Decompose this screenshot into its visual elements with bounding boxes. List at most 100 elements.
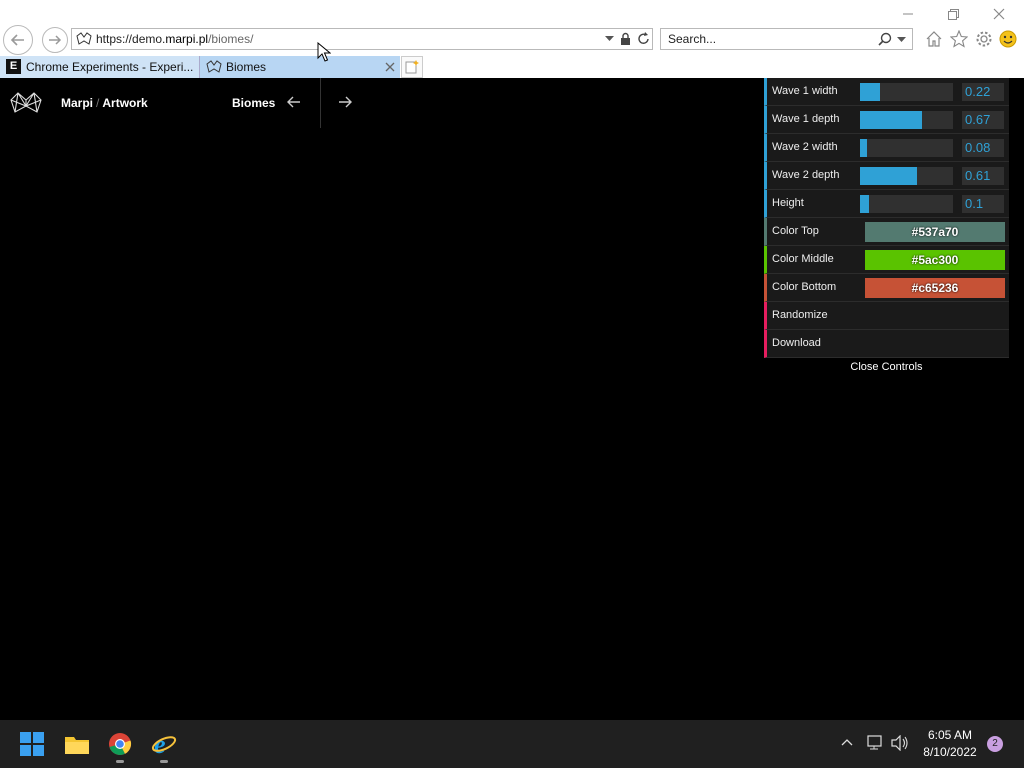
internet-explorer-button[interactable]: e xyxy=(148,728,180,763)
clock-time[interactable]: 6:05 AM xyxy=(918,728,982,742)
start-button[interactable] xyxy=(16,728,48,760)
header-divider xyxy=(320,78,321,128)
close-window-button[interactable] xyxy=(989,4,1009,24)
slider-track[interactable] xyxy=(860,139,953,157)
clock-date[interactable]: 8/10/2022 xyxy=(918,745,982,759)
folder-icon xyxy=(65,737,89,754)
experiments-favicon-icon: E xyxy=(6,59,21,74)
new-tab-button[interactable] xyxy=(401,56,423,78)
chrome-button[interactable] xyxy=(104,728,136,763)
slider-fill xyxy=(860,83,881,101)
marpi-logo-icon[interactable] xyxy=(10,92,42,114)
slider-track[interactable] xyxy=(860,167,953,185)
color-row-top[interactable]: Color Top #537a70 xyxy=(764,218,1009,246)
color-row-middle[interactable]: Color Middle #5ac300 xyxy=(764,246,1009,274)
url-path: /biomes/ xyxy=(208,32,254,46)
search-icon[interactable] xyxy=(878,32,892,46)
minimize-button[interactable] xyxy=(898,4,918,24)
back-button[interactable] xyxy=(3,25,33,55)
next-project-button[interactable] xyxy=(337,94,353,110)
color-label: Color Bottom xyxy=(772,281,837,293)
dropdown-icon[interactable] xyxy=(605,36,614,42)
previous-project-button[interactable] xyxy=(286,94,302,110)
number-input[interactable]: 0.08 xyxy=(962,139,1004,157)
project-title: Biomes xyxy=(232,96,276,110)
close-tab-icon[interactable] xyxy=(385,62,395,72)
slider-row-wave1-width[interactable]: Wave 1 width 0.22 xyxy=(764,78,1009,106)
slider-fill xyxy=(860,139,868,157)
search-placeholder: Search... xyxy=(668,32,717,46)
slider-label: Wave 2 depth xyxy=(772,169,840,181)
color-picker[interactable]: #537a70 xyxy=(865,222,1005,242)
function-label: Randomize xyxy=(772,309,828,321)
url-prefix: https://demo. xyxy=(96,32,166,46)
slider-label: Wave 2 width xyxy=(772,141,838,153)
url-host: marpi.pl xyxy=(165,32,209,46)
address-bar[interactable]: https://demo.marpi.pl/biomes/ xyxy=(71,28,653,50)
internet-explorer-icon: e xyxy=(151,731,177,757)
site-header: Marpi / Artwork Biomes xyxy=(0,78,360,128)
tab-strip: E Chrome Experiments - Experi... Biomes xyxy=(0,55,1024,78)
download-button[interactable]: Download xyxy=(764,330,1009,358)
tab-biomes[interactable]: Biomes xyxy=(200,56,400,78)
slider-row-wave2-depth[interactable]: Wave 2 depth 0.61 xyxy=(764,162,1009,190)
slider-label: Height xyxy=(772,197,804,209)
slider-fill xyxy=(860,195,870,213)
gear-icon[interactable] xyxy=(975,30,993,48)
number-input[interactable]: 0.67 xyxy=(962,111,1004,129)
tab-label: Chrome Experiments - Experi... xyxy=(26,60,194,74)
home-icon[interactable] xyxy=(925,30,943,48)
slider-fill xyxy=(860,111,923,129)
running-indicator xyxy=(116,760,124,763)
windows-icon xyxy=(20,732,44,756)
page-canvas[interactable]: Marpi / Artwork Biomes Wave 1 width 0.22 W… xyxy=(0,78,1024,720)
slider-row-height[interactable]: Height 0.1 xyxy=(764,190,1009,218)
volume-icon[interactable] xyxy=(891,735,909,751)
lock-icon[interactable] xyxy=(620,32,631,46)
taskbar: e 6:05 AM 8/10/2022 xyxy=(0,720,1024,768)
number-input[interactable]: 0.1 xyxy=(962,195,1004,213)
crumb-marpi-link[interactable]: Marpi xyxy=(61,96,93,110)
search-box[interactable]: Search... xyxy=(660,28,913,50)
slider-label: Wave 1 depth xyxy=(772,113,840,125)
chevron-up-icon[interactable] xyxy=(841,738,853,746)
address-url: https://demo.marpi.pl/biomes/ xyxy=(96,32,253,46)
notification-badge[interactable]: 2 xyxy=(987,736,1003,752)
dropdown-icon[interactable] xyxy=(897,37,906,43)
close-controls-button[interactable]: Close Controls xyxy=(764,358,1009,378)
tab-chrome-experiments[interactable]: E Chrome Experiments - Experi... xyxy=(0,56,200,78)
refresh-icon[interactable] xyxy=(637,32,650,46)
file-explorer-button[interactable] xyxy=(61,728,93,760)
slider-track[interactable] xyxy=(860,111,953,129)
color-picker[interactable]: #5ac300 xyxy=(865,250,1005,270)
marpi-favicon-icon xyxy=(206,60,222,73)
restore-button[interactable] xyxy=(943,4,963,24)
breadcrumb: Marpi / Artwork xyxy=(61,96,148,110)
slider-row-wave1-depth[interactable]: Wave 1 depth 0.67 xyxy=(764,106,1009,134)
network-icon[interactable] xyxy=(867,735,885,751)
arrow-left-icon xyxy=(10,34,24,46)
number-input[interactable]: 0.61 xyxy=(962,167,1004,185)
slider-track[interactable] xyxy=(860,83,953,101)
feedback-smiley-icon[interactable] xyxy=(999,30,1017,48)
forward-button[interactable] xyxy=(42,27,68,53)
crumb-artwork-link[interactable]: Artwork xyxy=(102,96,147,110)
color-row-bottom[interactable]: Color Bottom #c65236 xyxy=(764,274,1009,302)
randomize-button[interactable]: Randomize xyxy=(764,302,1009,330)
color-picker[interactable]: #c65236 xyxy=(865,278,1005,298)
slider-track[interactable] xyxy=(860,195,953,213)
slider-label: Wave 1 width xyxy=(772,85,838,97)
color-label: Color Top xyxy=(772,225,819,237)
new-tab-icon xyxy=(405,60,419,74)
number-input[interactable]: 0.22 xyxy=(962,83,1004,101)
favorites-star-icon[interactable] xyxy=(950,30,968,48)
slider-fill xyxy=(860,167,917,185)
function-label: Download xyxy=(772,337,821,349)
arrow-right-icon xyxy=(49,35,62,45)
controls-panel: Wave 1 width 0.22 Wave 1 depth 0.67 Wave… xyxy=(764,78,1009,358)
running-indicator xyxy=(160,760,168,763)
mouse-cursor-icon xyxy=(317,42,331,62)
slider-row-wave2-width[interactable]: Wave 2 width 0.08 xyxy=(764,134,1009,162)
color-label: Color Middle xyxy=(772,253,834,265)
site-favicon-icon xyxy=(76,32,92,45)
